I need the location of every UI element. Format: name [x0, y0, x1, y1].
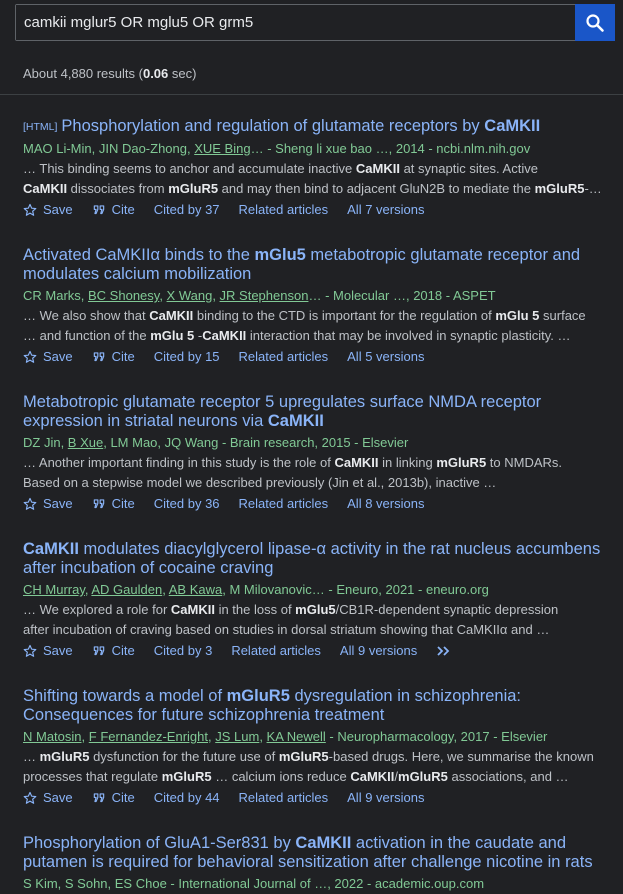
- result-actions: Save Cite Cited by 36 Related articles A…: [23, 494, 623, 514]
- results-stats-bar: About 4,880 results (0.06 sec): [0, 50, 623, 95]
- quote-icon: [93, 646, 104, 656]
- author-link[interactable]: XUE Bing: [194, 141, 250, 156]
- cited-by-link[interactable]: Cited by 36: [154, 494, 220, 514]
- result-meta: CH Murray, AD Gaulden, AB Kawa, M Milova…: [23, 582, 489, 597]
- cited-by-link[interactable]: Cited by 44: [154, 788, 220, 808]
- result-actions: Save Cite Cited by 37 Related articles A…: [23, 200, 623, 220]
- cite-button[interactable]: Cite: [92, 641, 135, 661]
- search-result: CaMKII modulates diacylglycerol lipase-α…: [23, 540, 623, 661]
- author-link[interactable]: F Fernandez-Enright: [89, 729, 208, 744]
- save-button[interactable]: Save: [23, 788, 73, 808]
- search-result: Metabotropic glutamate receptor 5 upregu…: [23, 393, 623, 514]
- results-count: About 4,880 results (0.06 sec): [23, 66, 197, 81]
- search-input[interactable]: [16, 5, 575, 40]
- author-link[interactable]: AD Gaulden: [91, 582, 162, 597]
- result-snippet: … This binding seems to anchor and accum…: [23, 161, 602, 196]
- result-title-link[interactable]: Shifting towards a model of mGluR5 dysre…: [23, 687, 623, 725]
- result-snippet: … We explored a role for CaMKII in the l…: [23, 602, 559, 637]
- save-button[interactable]: Save: [23, 641, 73, 661]
- search-result: Shifting towards a model of mGluR5 dysre…: [23, 687, 623, 808]
- author-link[interactable]: JS Lum: [215, 729, 259, 744]
- author-link[interactable]: KA Newell: [267, 729, 326, 744]
- result-meta: MAO Li-Min, JIN Dao-Zhong, XUE Bing… - S…: [23, 141, 531, 156]
- author-link[interactable]: CH Murray: [23, 582, 85, 597]
- related-articles-link[interactable]: Related articles: [239, 788, 329, 808]
- cited-by-link[interactable]: Cited by 15: [154, 347, 220, 367]
- result-snippet: … We also show that CaMKII binding to th…: [23, 308, 586, 343]
- cite-button[interactable]: Cite: [92, 788, 135, 808]
- all-versions-link[interactable]: All 7 versions: [347, 200, 424, 220]
- more-chevron-icon[interactable]: [436, 645, 452, 657]
- star-icon: [23, 791, 37, 804]
- result-title-link[interactable]: CaMKII modulates diacylglycerol lipase-α…: [23, 540, 623, 578]
- search-result: [HTML] Phosphorylation and regulation of …: [23, 117, 623, 220]
- cite-button[interactable]: Cite: [92, 494, 135, 514]
- result-title-link[interactable]: Metabotropic glutamate receptor 5 upregu…: [23, 393, 623, 431]
- author-link[interactable]: N Matosin: [23, 729, 82, 744]
- result-actions: Save Cite Cited by 44 Related articles A…: [23, 788, 623, 808]
- star-icon: [23, 203, 37, 216]
- quote-icon: [93, 205, 104, 215]
- result-snippet: … mGluR5 dysfunction for the future use …: [23, 749, 594, 784]
- author-link[interactable]: X Wang: [167, 288, 213, 303]
- result-meta: CR Marks, BC Shonesy, X Wang, JR Stephen…: [23, 288, 496, 303]
- search-icon: [586, 13, 604, 32]
- author-link[interactable]: AB Kawa: [169, 582, 222, 597]
- related-articles-link[interactable]: Related articles: [239, 494, 329, 514]
- author-link[interactable]: B Xue: [68, 435, 103, 450]
- all-versions-link[interactable]: All 9 versions: [347, 788, 424, 808]
- quote-icon: [93, 352, 104, 362]
- save-button[interactable]: Save: [23, 494, 73, 514]
- all-versions-link[interactable]: All 9 versions: [340, 641, 417, 661]
- cite-button[interactable]: Cite: [92, 200, 135, 220]
- search-button[interactable]: [575, 4, 615, 41]
- result-actions: Save Cite Cited by 15 Related articles A…: [23, 347, 623, 367]
- result-meta: S Kim, S Sohn, ES Choe - International J…: [23, 876, 485, 891]
- author-link[interactable]: BC Shonesy: [88, 288, 159, 303]
- author-link[interactable]: JR Stephenson: [220, 288, 309, 303]
- search-header: [0, 0, 623, 50]
- search-result: Phosphorylation of GluA1-Ser831 by CaMKI…: [23, 834, 623, 894]
- result-actions: Save Cite Cited by 3 Related articles Al…: [23, 641, 623, 661]
- star-icon: [23, 350, 37, 363]
- result-meta: DZ Jin, B Xue, LM Mao, JQ Wang - Brain r…: [23, 435, 409, 450]
- save-button[interactable]: Save: [23, 200, 73, 220]
- related-articles-link[interactable]: Related articles: [231, 641, 321, 661]
- related-articles-link[interactable]: Related articles: [239, 347, 329, 367]
- format-tag: [HTML]: [23, 121, 58, 133]
- quote-icon: [93, 793, 104, 803]
- result-title-link[interactable]: Activated CaMKIIα binds to the mGlu5 met…: [23, 246, 623, 284]
- save-button[interactable]: Save: [23, 347, 73, 367]
- star-icon: [23, 644, 37, 657]
- cite-button[interactable]: Cite: [92, 347, 135, 367]
- result-snippet: … Another important finding in this stud…: [23, 455, 563, 490]
- quote-icon: [93, 499, 104, 509]
- result-title-link[interactable]: [HTML] Phosphorylation and regulation of …: [23, 117, 623, 137]
- all-versions-link[interactable]: All 8 versions: [347, 494, 424, 514]
- result-meta: N Matosin, F Fernandez-Enright, JS Lum, …: [23, 729, 548, 744]
- cited-by-link[interactable]: Cited by 37: [154, 200, 220, 220]
- search-box: [15, 4, 615, 41]
- all-versions-link[interactable]: All 5 versions: [347, 347, 424, 367]
- cited-by-link[interactable]: Cited by 3: [154, 641, 213, 661]
- result-title-link[interactable]: Phosphorylation of GluA1-Ser831 by CaMKI…: [23, 834, 623, 872]
- search-result: Activated CaMKIIα binds to the mGlu5 met…: [23, 246, 623, 367]
- related-articles-link[interactable]: Related articles: [239, 200, 329, 220]
- star-icon: [23, 497, 37, 510]
